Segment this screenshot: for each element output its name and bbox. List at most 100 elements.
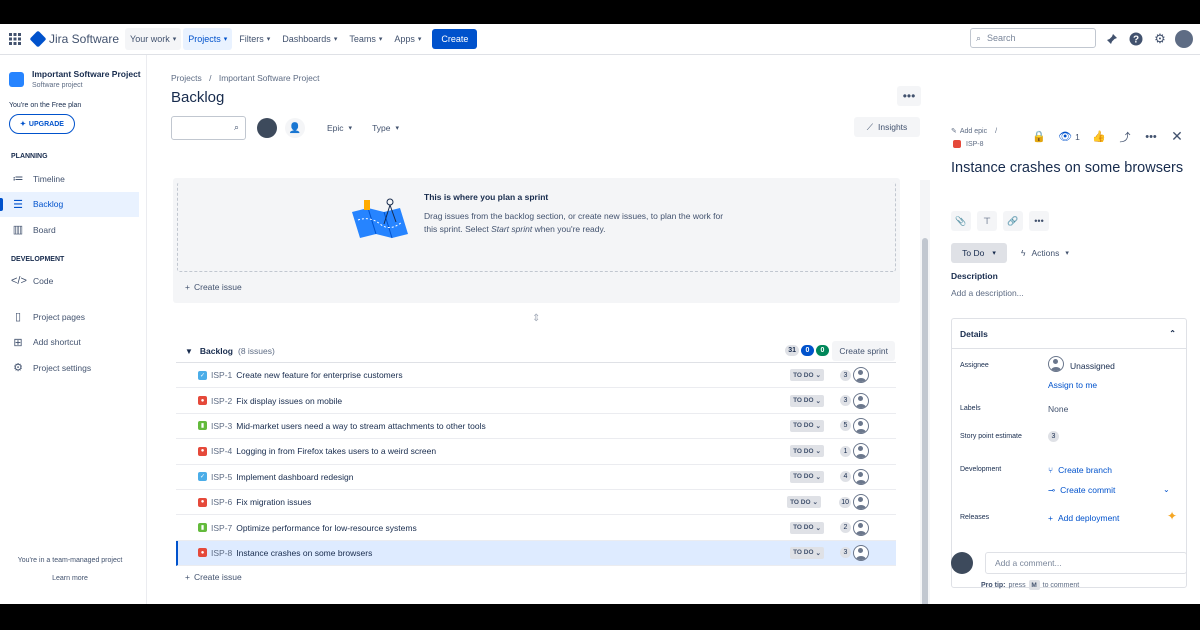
add-epic-link[interactable]: ✎ Add epic / <box>951 127 997 135</box>
issue-status-dropdown[interactable]: To Do ▾ <box>951 243 1007 263</box>
unassigned-avatar-icon[interactable] <box>853 367 869 384</box>
issue-row-isp-2[interactable]: ● ISP-2 Fix display issues on mobile TO … <box>176 388 896 414</box>
issue-row-isp-5[interactable]: ✓ ISP-5 Implement dashboard redesign TO … <box>176 465 896 490</box>
jira-logo[interactable]: Jira Software <box>28 28 123 50</box>
chevron-down-icon[interactable]: ⌄ <box>1163 485 1170 494</box>
unassigned-avatar-icon[interactable] <box>853 417 869 434</box>
nav-your-work[interactable]: Your work ▾ <box>125 28 182 50</box>
assign-to-me-link[interactable]: Assign to me <box>1048 380 1097 390</box>
sidebar-item-label: Project settings <box>33 362 92 373</box>
add-people-icon[interactable]: 👤 <box>285 118 305 138</box>
create-commit-link[interactable]: ⊸ Create commit <box>1048 485 1115 496</box>
watch-button[interactable]: 👁 1 <box>1052 130 1086 143</box>
unassigned-avatar-icon[interactable] <box>853 392 869 409</box>
breadcrumb-project[interactable]: Important Software Project <box>219 73 320 83</box>
chevron-down-icon[interactable]: ▼ <box>185 347 193 356</box>
unassigned-avatar-icon[interactable] <box>853 468 869 485</box>
issue-row-isp-8[interactable]: ● ISP-8 Instance crashes on some browser… <box>176 540 896 567</box>
issue-status-label: To Do <box>962 248 985 258</box>
issue-title[interactable]: Instance crashes on some browsers <box>951 160 1183 176</box>
status-dropdown[interactable]: TO DO ⌄ <box>790 369 824 382</box>
labels-value[interactable]: None <box>1048 404 1068 414</box>
sidebar-item-label: Board <box>33 224 56 235</box>
assignee-value[interactable]: Unassigned <box>1070 361 1115 371</box>
child-issue-icon[interactable]: ⊤ <box>977 211 997 231</box>
learn-more-link[interactable]: Learn more <box>0 575 140 582</box>
unassigned-avatar-icon[interactable] <box>853 443 869 460</box>
comment-input[interactable]: Add a comment... <box>985 552 1187 574</box>
actions-dropdown[interactable]: ϟ Actions ▾ <box>1021 243 1069 263</box>
avatar[interactable] <box>257 118 277 138</box>
unassigned-avatar-icon[interactable] <box>853 494 869 511</box>
chevron-down-icon: ▾ <box>378 36 383 43</box>
app-switcher-icon[interactable] <box>4 28 26 50</box>
unassigned-avatar-icon[interactable] <box>853 519 869 536</box>
nav-projects-label: Projects <box>188 34 221 44</box>
lightning-icon: ϟ <box>1021 248 1026 258</box>
nav-projects[interactable]: Projects ▾ <box>183 28 233 50</box>
description-field[interactable]: Add a description... <box>951 288 1024 298</box>
issue-row-isp-7[interactable]: ▮ ISP-7 Optimize performance for low-res… <box>176 515 896 541</box>
backlog-search-input[interactable]: ⌕ <box>171 116 246 140</box>
more-actions-button[interactable]: ••• <box>897 86 921 106</box>
link-icon[interactable]: 🔗 <box>1003 211 1023 231</box>
issue-key-link[interactable]: ISP-8 <box>953 140 984 148</box>
nav-apps[interactable]: Apps ▾ <box>389 28 426 50</box>
sprint-dropzone[interactable]: This is where you plan a sprint Drag iss… <box>177 182 896 272</box>
epic-filter-dropdown[interactable]: Epic ▾ <box>321 123 358 133</box>
more-actions-icon[interactable]: ••• <box>1138 131 1164 143</box>
breadcrumb-projects[interactable]: Projects <box>171 73 202 83</box>
main-scrollbar[interactable] <box>920 180 930 604</box>
issue-row-isp-3[interactable]: ▮ ISP-3 Mid-market users need a way to s… <box>176 414 896 440</box>
thumbs-up-icon[interactable]: 👍 <box>1086 130 1112 143</box>
nav-dashboards-label: Dashboards <box>282 34 331 44</box>
status-dropdown[interactable]: TO DO ⌄ <box>790 470 824 483</box>
project-header[interactable]: Important Software Project Software proj… <box>0 55 146 89</box>
detail-header-actions: 🔒 👁 1 👍 ⤴ ••• ✕ <box>1026 128 1190 145</box>
status-dropdown[interactable]: TO DO ⌄ <box>790 521 824 534</box>
sidebar-item-add-shortcut[interactable]: ⊞ Add shortcut <box>0 330 146 355</box>
sidebar-item-project-settings[interactable]: ⚙ Project settings <box>0 355 146 380</box>
story-points-value[interactable]: 3 <box>1048 431 1059 442</box>
nav-dashboards[interactable]: Dashboards ▾ <box>277 28 342 50</box>
upgrade-button[interactable]: ✦ UPGRADE <box>9 114 75 134</box>
sidebar-item-backlog[interactable]: ☰ Backlog <box>0 191 139 217</box>
create-button[interactable]: Create <box>432 29 478 49</box>
nav-filters[interactable]: Filters ▾ <box>234 28 275 50</box>
details-label: Details <box>960 328 988 339</box>
unassigned-avatar-icon[interactable] <box>853 544 869 561</box>
avatar <box>951 552 973 574</box>
status-dropdown[interactable]: TO DO ⌄ <box>790 445 824 458</box>
nav-teams[interactable]: Teams ▾ <box>344 28 387 50</box>
share-icon[interactable]: ⤴ <box>1112 129 1138 145</box>
issue-row-isp-4[interactable]: ● ISP-4 Logging in from Firefox takes us… <box>176 439 896 465</box>
resize-handle-icon[interactable]: ⇕ <box>532 313 540 324</box>
status-dropdown[interactable]: TO DO ⌄ <box>790 394 824 407</box>
issue-row-isp-1[interactable]: ✓ ISP-1 Create new feature for enterpris… <box>176 363 896 389</box>
type-filter-dropdown[interactable]: Type ▾ <box>366 123 405 133</box>
issue-row-isp-6[interactable]: ● ISP-6 Fix migration issues TO DO ⌄ 10 <box>176 490 896 516</box>
backlog-create-issue-button[interactable]: + Create issue <box>185 572 242 582</box>
lock-icon[interactable]: 🔒 <box>1026 130 1052 143</box>
status-dropdown[interactable]: TO DO ⌄ <box>790 419 824 432</box>
insights-button[interactable]: ⟋ Insights <box>854 117 920 137</box>
details-header[interactable]: Details ⌃ <box>952 319 1186 349</box>
create-sprint-button[interactable]: Create sprint <box>832 341 895 361</box>
create-branch-link[interactable]: ⑂ Create branch <box>1048 465 1112 475</box>
sidebar-item-label: Add shortcut <box>33 337 81 347</box>
status-count-pills: 31 0 0 <box>783 345 829 356</box>
sidebar-item-project-pages[interactable]: ▯ Project pages <box>0 304 146 329</box>
backlog-header[interactable]: ▼ Backlog (8 issues) 31 0 0 Create sprin… <box>185 341 895 361</box>
sprint-create-issue-button[interactable]: + Create issue <box>185 282 242 292</box>
close-icon[interactable]: ✕ <box>1164 128 1190 145</box>
attachment-icon[interactable]: 📎 <box>951 211 971 231</box>
status-dropdown[interactable]: TO DO ⌄ <box>790 546 824 559</box>
status-dropdown[interactable]: TO DO ⌄ <box>787 496 821 509</box>
sparkle-icon[interactable]: ✦ <box>1167 509 1177 523</box>
sidebar-item-board[interactable]: ▥ Board <box>0 217 146 242</box>
sidebar-item-code[interactable]: </> Code <box>0 269 146 294</box>
more-icon[interactable]: ••• <box>1029 211 1049 231</box>
add-deployment-link[interactable]: + Add deployment <box>1048 513 1119 523</box>
sidebar-item-timeline[interactable]: ≔ Timeline <box>0 166 146 191</box>
scrollbar-thumb[interactable] <box>922 238 928 604</box>
